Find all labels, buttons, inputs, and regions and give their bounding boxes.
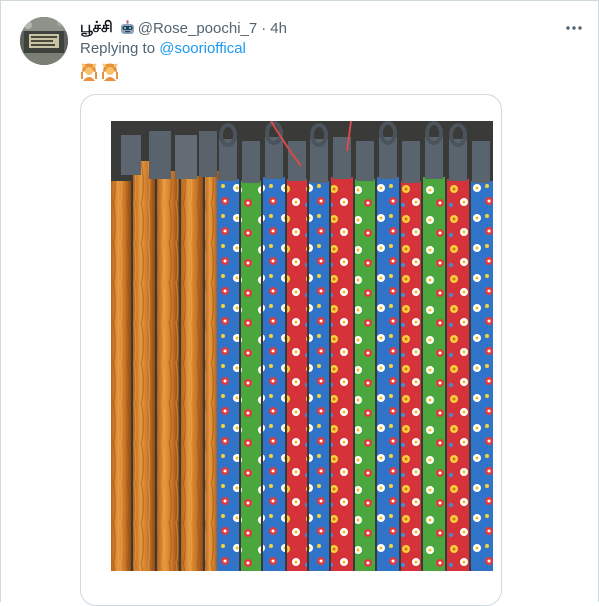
robot-face-icon — [119, 19, 136, 37]
timestamp[interactable]: 4h — [270, 20, 287, 37]
more-options-icon[interactable] — [563, 19, 585, 37]
tweet-text — [80, 63, 119, 86]
separator-dot: · — [261, 19, 267, 37]
woman-gesturing-ok-icon — [101, 63, 119, 86]
broom-sticks-photo[interactable] — [111, 121, 493, 571]
media-card[interactable] — [80, 94, 502, 606]
reply-mention-link[interactable]: @soorioffical — [159, 40, 246, 57]
avatar[interactable] — [20, 17, 68, 65]
replying-to: Replying to @soorioffical — [80, 40, 246, 57]
display-name[interactable]: பூச்சி — [80, 19, 113, 38]
replying-to-label: Replying to — [80, 40, 160, 57]
user-handle[interactable]: @Rose_poochi_7 — [138, 20, 257, 37]
tweet-container[interactable]: பூச்சி @Rose_poochi_7 · 4h Replying to @… — [0, 0, 599, 606]
woman-gesturing-ok-icon — [80, 63, 98, 86]
